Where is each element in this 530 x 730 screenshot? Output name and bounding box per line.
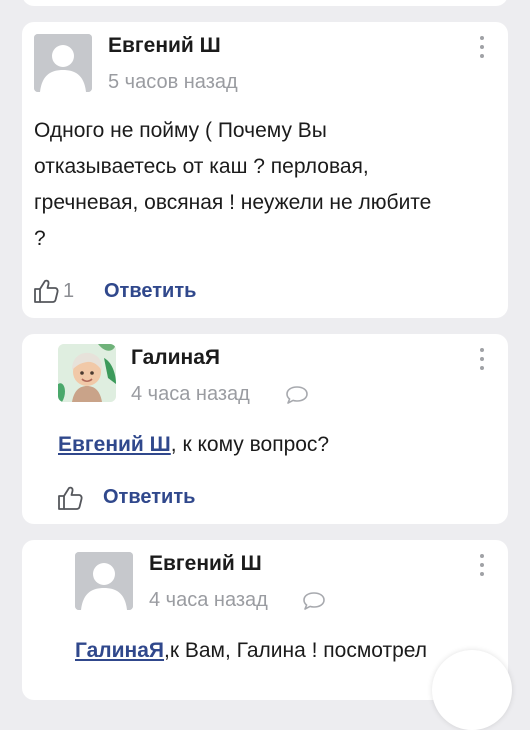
comment-card: Евгений Ш 5 часов назад Одного не пойму … <box>22 22 508 318</box>
reply-button[interactable]: Ответить <box>103 486 195 509</box>
default-user-avatar-icon <box>75 552 133 610</box>
comment-text: Евгений Ш, к кому вопрос? <box>58 427 329 463</box>
reply-card: Евгений Ш 4 часа назад ГалинаЯ,к Вам, Га… <box>22 540 512 730</box>
comment-text-line: гречневая, овсяная ! неужели не любите <box>34 191 432 214</box>
default-user-avatar-icon <box>34 34 92 92</box>
comment-text-line: ? <box>34 227 46 250</box>
comment-text-line: Одного не пойму ( Почему Вы <box>34 119 327 142</box>
comment-time: 5 часов назад <box>108 71 238 93</box>
more-vertical-icon[interactable] <box>470 550 494 584</box>
comment-text-line: отказываетесь от каш ? перловая, <box>34 155 369 178</box>
comment-text-rest: ,к Вам, Галина ! посмотрел <box>164 639 428 662</box>
avatar[interactable] <box>75 552 133 610</box>
comment-time: 4 часа назад <box>131 383 250 405</box>
comment-author[interactable]: Евгений Ш <box>108 34 221 58</box>
comment-time: 4 часа назад <box>149 589 268 611</box>
comment-text: ГалинаЯ,к Вам, Галина ! посмотрел <box>75 633 427 669</box>
comment-author[interactable]: Евгений Ш <box>149 552 262 576</box>
more-vertical-icon[interactable] <box>470 32 494 66</box>
reply-button[interactable]: Ответить <box>104 280 196 303</box>
previous-comment-card <box>22 0 508 6</box>
reply-card: ГалинаЯ 4 часа назад Евгений Ш, к кому в… <box>22 334 508 524</box>
thumbs-up-icon[interactable] <box>57 485 83 516</box>
like-count: 1 <box>63 280 75 302</box>
comment-text: Одного не пойму ( Почему Вы отказываетес… <box>34 113 431 257</box>
more-vertical-icon[interactable] <box>470 344 494 378</box>
comment-author[interactable]: ГалинаЯ <box>131 346 220 370</box>
mention-link[interactable]: Евгений Ш <box>58 433 171 456</box>
comment-text-rest: , к кому вопрос? <box>170 433 330 456</box>
avatar[interactable] <box>34 34 92 92</box>
scroll-fab[interactable] <box>432 650 512 730</box>
thumbs-up-icon[interactable] <box>33 278 59 309</box>
mention-link[interactable]: ГалинаЯ <box>75 639 164 662</box>
speech-bubble-icon <box>285 384 309 411</box>
speech-bubble-icon <box>302 590 326 617</box>
memoji-avatar[interactable] <box>58 344 116 402</box>
